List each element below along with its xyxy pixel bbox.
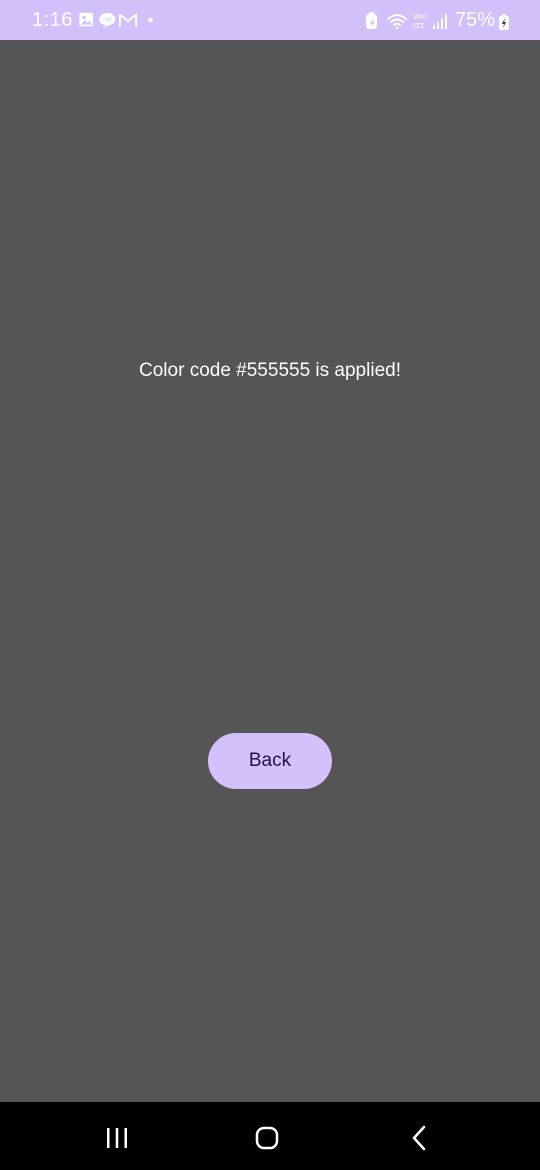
battery-percent: 75% bbox=[455, 9, 496, 31]
svg-text:LINE: LINE bbox=[102, 17, 112, 23]
volte-lte-icon: Vo)) LTE bbox=[413, 13, 427, 30]
navigation-bar bbox=[0, 1102, 540, 1170]
notification-icons: LINE bbox=[79, 12, 153, 29]
back-button[interactable]: Back bbox=[208, 733, 332, 789]
signal-icon bbox=[433, 14, 447, 29]
back-icon[interactable] bbox=[399, 1120, 439, 1156]
main-content: Color code #555555 is applied! Back bbox=[0, 40, 540, 1102]
notification-dot-icon bbox=[148, 17, 153, 23]
line-chat-icon: LINE bbox=[99, 12, 116, 29]
battery-saver-icon bbox=[366, 12, 377, 29]
gallery-icon bbox=[79, 12, 93, 27]
wifi-icon bbox=[387, 14, 407, 30]
status-bar: 1:16 LINE Vo)) LTE 75% bbox=[0, 0, 540, 40]
home-icon[interactable] bbox=[247, 1120, 287, 1156]
svg-text:LTE: LTE bbox=[413, 22, 425, 30]
status-time: 1:16 bbox=[32, 9, 73, 31]
battery-charging-icon bbox=[499, 14, 509, 30]
system-status-icons: Vo)) LTE bbox=[366, 12, 447, 30]
recent-apps-icon[interactable] bbox=[97, 1120, 137, 1156]
color-applied-message: Color code #555555 is applied! bbox=[139, 360, 401, 381]
svg-text:Vo)): Vo)) bbox=[413, 13, 427, 21]
gmail-icon bbox=[118, 13, 138, 27]
